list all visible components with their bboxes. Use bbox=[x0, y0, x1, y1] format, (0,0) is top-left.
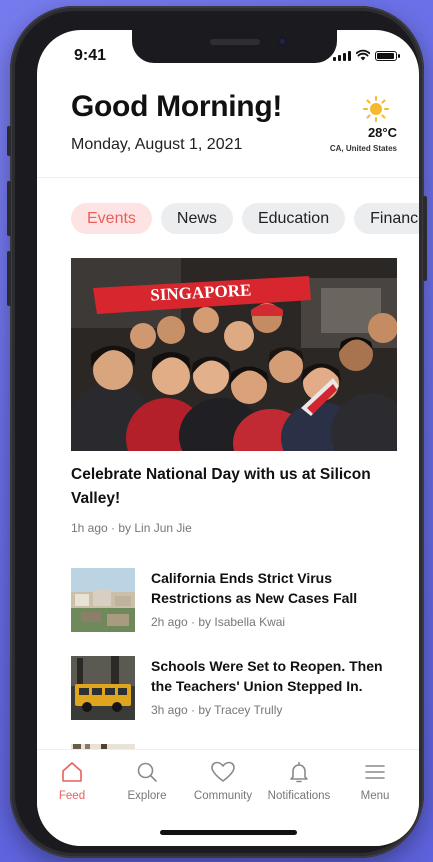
wifi-icon bbox=[356, 49, 370, 61]
story-meta: 2h ago · by Isabella Kwai bbox=[151, 615, 286, 629]
story-meta: 3h ago · by Tracey Trully bbox=[151, 703, 283, 717]
signal-icon bbox=[333, 51, 351, 61]
sun-icon bbox=[363, 96, 389, 122]
featured-meta: 1h ago · by Lin Jun Jie bbox=[71, 521, 192, 535]
home-indicator[interactable] bbox=[160, 830, 297, 835]
menu-icon bbox=[365, 765, 385, 779]
power-button bbox=[423, 196, 427, 281]
featured-image[interactable]: SINGAPORE bbox=[71, 258, 397, 451]
story-item[interactable]: Schools Were Set to Reopen. Then the Tea… bbox=[71, 656, 411, 720]
featured-photo: SINGAPORE bbox=[71, 258, 397, 451]
status-icons bbox=[333, 49, 400, 61]
tab-feed[interactable]: Feed bbox=[37, 760, 110, 802]
mute-switch bbox=[7, 126, 11, 156]
category-chip-events[interactable]: Events bbox=[71, 203, 152, 234]
tab-label: Explore bbox=[127, 790, 167, 802]
greeting-title: Good Morning! bbox=[71, 90, 283, 123]
tab-menu[interactable]: Menu bbox=[337, 760, 413, 802]
weather-temperature: 28°C bbox=[367, 125, 397, 140]
home-icon bbox=[62, 762, 82, 782]
tab-label: Menu bbox=[360, 790, 390, 802]
search-icon bbox=[137, 762, 157, 782]
status-time: 9:41 bbox=[74, 47, 107, 64]
heart-icon bbox=[211, 761, 235, 782]
notch bbox=[132, 30, 337, 63]
weather-widget[interactable]: 28°C CA, United States bbox=[307, 96, 397, 158]
volume-down-button bbox=[7, 251, 11, 306]
tab-label: Feed bbox=[58, 790, 86, 802]
story-thumbnail bbox=[71, 568, 135, 632]
tab-community[interactable]: Community bbox=[185, 760, 261, 802]
category-chip-finance[interactable]: Finance bbox=[354, 203, 419, 234]
tab-label: Community bbox=[193, 790, 253, 802]
header-divider bbox=[37, 177, 419, 178]
category-tabs: Events News Education Finance bbox=[71, 203, 419, 234]
story-title: Schools Were Set to Reopen. Then the Tea… bbox=[151, 658, 383, 694]
story-title: California Ends Strict Virus Restriction… bbox=[151, 570, 358, 606]
category-chip-news[interactable]: News bbox=[160, 203, 233, 234]
featured-title[interactable]: Celebrate National Day with us at Silico… bbox=[71, 463, 401, 511]
volume-up-button bbox=[7, 181, 11, 236]
battery-icon bbox=[375, 51, 400, 61]
weather-location: CA, United States bbox=[329, 144, 397, 153]
app-screen: 9:41 Good Morning! Monday, August 1, 202… bbox=[37, 30, 419, 846]
tab-label: Notifications bbox=[267, 790, 331, 802]
tab-notifications[interactable]: Notifications bbox=[261, 760, 337, 802]
story-item[interactable]: California Ends Strict Virus Restriction… bbox=[71, 568, 411, 632]
category-chip-education[interactable]: Education bbox=[241, 203, 346, 234]
camera-icon bbox=[277, 36, 288, 47]
current-date: Monday, August 1, 2021 bbox=[71, 136, 243, 153]
bell-icon bbox=[290, 761, 308, 783]
bottom-tab-bar: Feed Explore Community Notifications Men… bbox=[37, 749, 419, 846]
phone-frame: 9:41 Good Morning! Monday, August 1, 202… bbox=[7, 6, 427, 858]
story-thumbnail bbox=[71, 656, 135, 720]
tab-explore[interactable]: Explore bbox=[109, 760, 185, 802]
